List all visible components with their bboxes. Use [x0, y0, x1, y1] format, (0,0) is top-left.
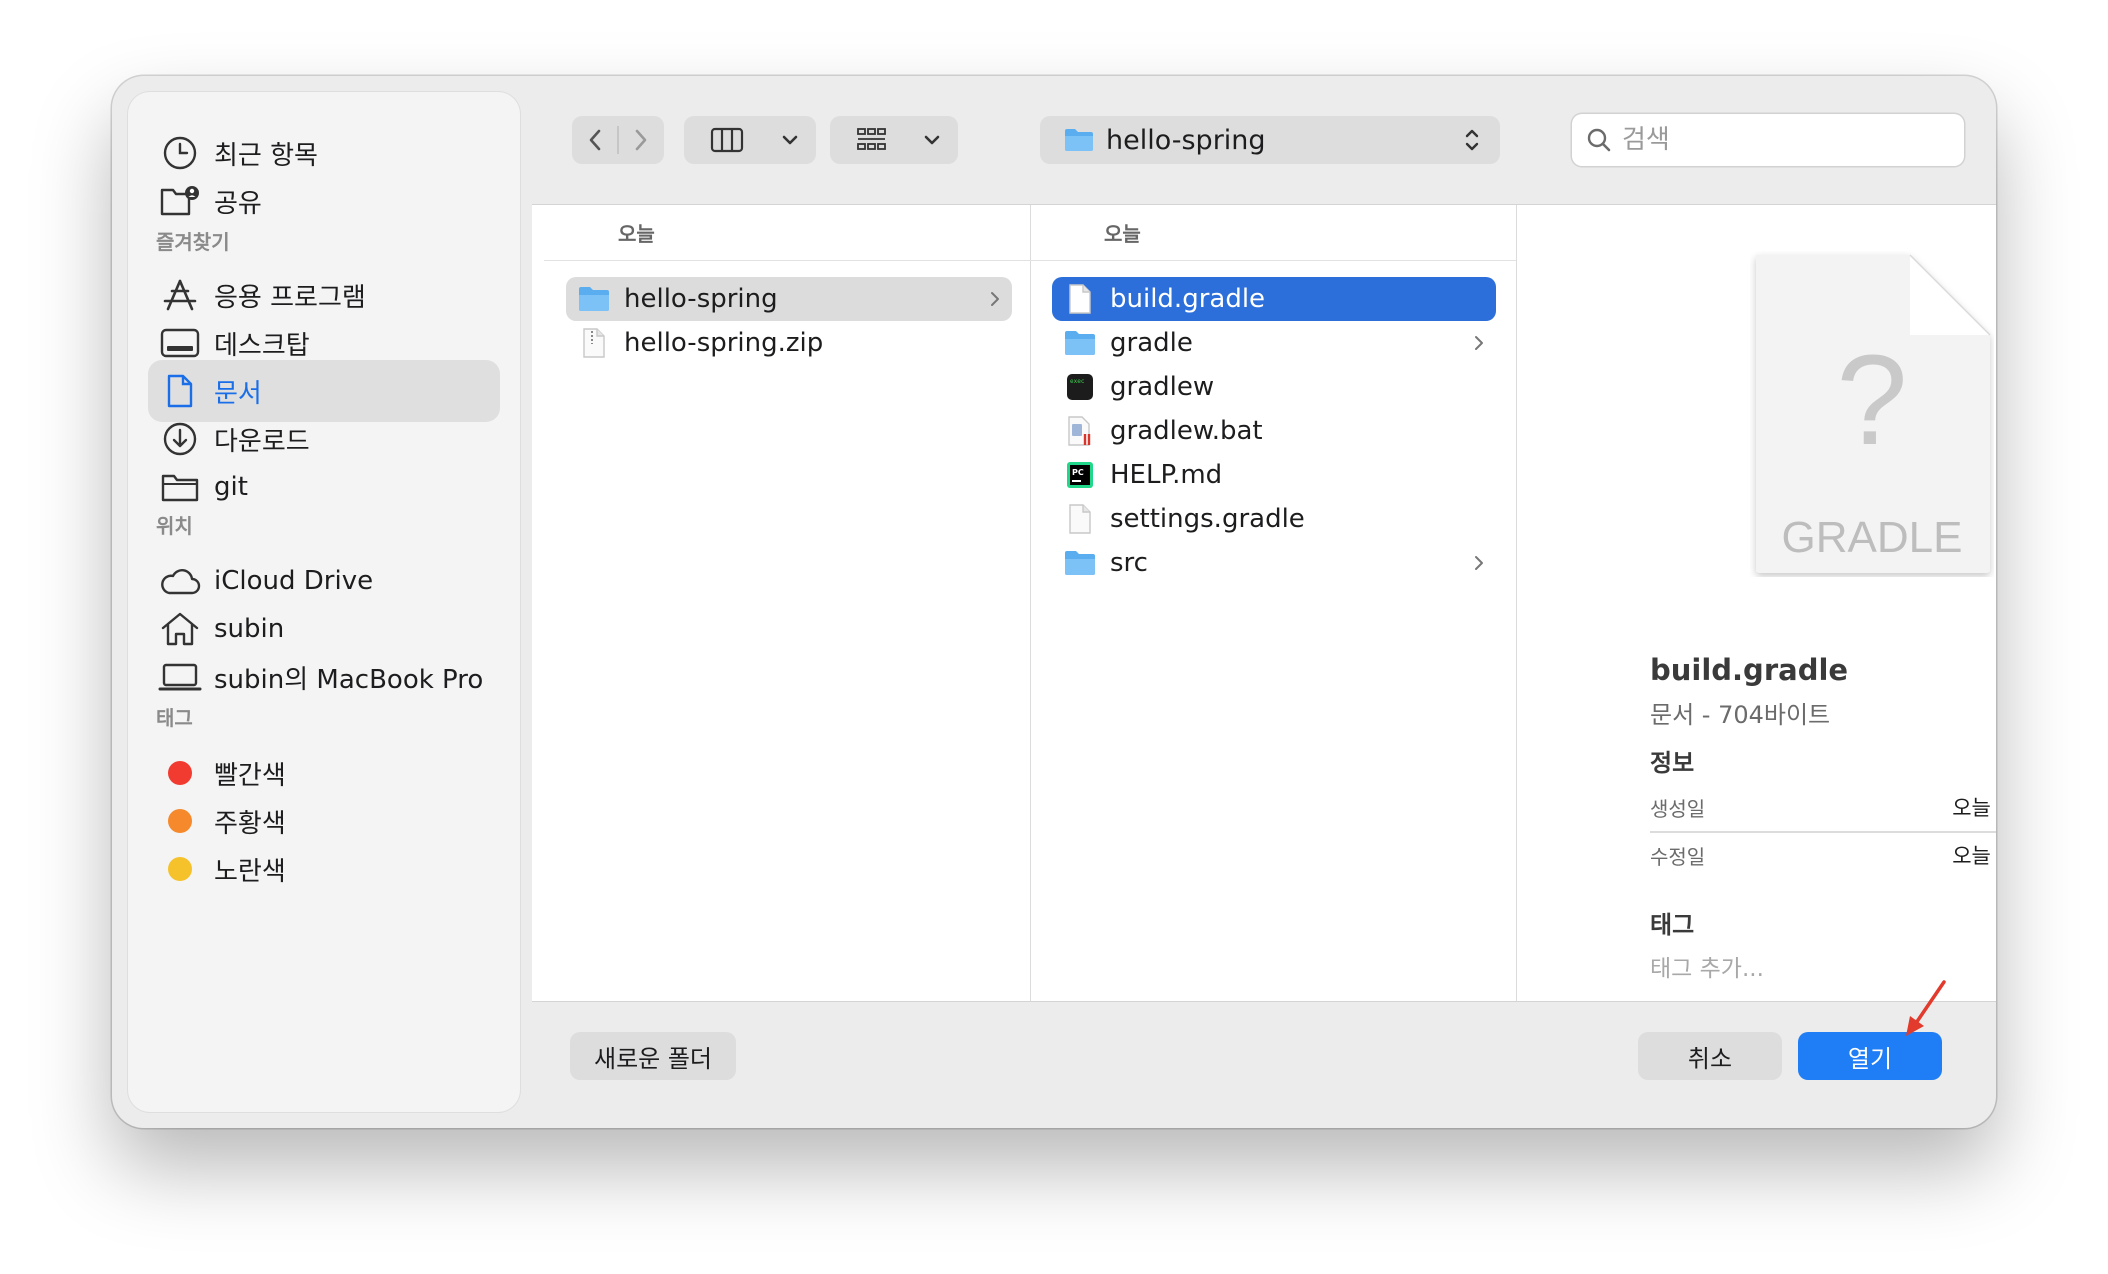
- forward-button[interactable]: [619, 116, 664, 164]
- tags-header: 태그: [1650, 911, 1695, 939]
- bat-file-icon: [1064, 415, 1096, 447]
- search-icon: [1586, 127, 1612, 153]
- item-label: src: [1110, 548, 1148, 578]
- updown-chevron-icon: [1464, 127, 1480, 153]
- grid-group-icon: [830, 116, 912, 164]
- modified-value: 오늘 오후 1:36: [1952, 844, 1996, 868]
- chevron-right-icon: [1474, 541, 1484, 585]
- created-value: 오늘 오후 1:36: [1952, 796, 1996, 820]
- laptop-icon: [152, 646, 208, 708]
- file-preview-thumbnail: ? GRADLE: [1750, 251, 1994, 577]
- sidebar-item-label: 공유: [214, 188, 262, 219]
- list-item[interactable]: exec gradlew: [1052, 365, 1496, 409]
- sidebar-item-tag-yellow[interactable]: 노란색: [148, 838, 500, 900]
- file-open-dialog: 최근 항목 공유 즐겨찾기 응용 프로그램 데스크탑 문서 다운로드 git 위…: [112, 76, 1996, 1128]
- preview-subtitle: 문서 - 704바이트: [1650, 701, 1831, 729]
- chevron-right-icon: [1474, 321, 1484, 365]
- folder-icon: [1064, 327, 1096, 359]
- item-label: settings.gradle: [1110, 504, 1305, 534]
- path-popup-button[interactable]: hello-spring: [1040, 116, 1500, 164]
- chevron-down-icon: [770, 116, 810, 164]
- shared-folder-icon: [152, 170, 208, 232]
- locations-header: 위치: [156, 514, 193, 538]
- sidebar-item-macbook[interactable]: subin의 MacBook Pro: [148, 646, 500, 708]
- item-label: hello-spring.zip: [624, 328, 824, 358]
- new-folder-button[interactable]: 새로운 폴더: [570, 1032, 736, 1080]
- sidebar-item-label: 데스크탑: [214, 330, 310, 361]
- sidebar-item-label: 노란색: [214, 856, 286, 887]
- cancel-button[interactable]: 취소: [1638, 1032, 1782, 1080]
- list-item[interactable]: gradlew.bat: [1052, 409, 1496, 453]
- path-label: hello-spring: [1106, 124, 1266, 156]
- nav-buttons: [572, 116, 664, 164]
- add-tag-field[interactable]: 태그 추가...: [1650, 949, 1764, 983]
- favorites-header: 즐겨찾기: [156, 230, 230, 254]
- list-item[interactable]: src: [1052, 541, 1496, 585]
- created-row: 생성일 오늘 오후 1:36: [1650, 785, 1996, 829]
- column-view-icon: [684, 116, 770, 164]
- sidebar-item-label: subin의 MacBook Pro: [214, 664, 484, 695]
- list-item[interactable]: hello-spring.zip: [566, 321, 1012, 365]
- tag-dot-icon: [152, 838, 208, 900]
- file-extension-label: GRADLE: [1781, 513, 1963, 562]
- group-by-button[interactable]: [830, 116, 958, 164]
- item-label: gradle: [1110, 328, 1193, 358]
- list-item[interactable]: gradle: [1052, 321, 1496, 365]
- folder-icon: [1064, 547, 1096, 579]
- chevron-down-icon: [912, 116, 952, 164]
- sidebar-item-label: 문서: [214, 378, 262, 409]
- terminal-exec-icon: exec: [1064, 371, 1096, 403]
- document-file-icon: [1064, 283, 1096, 315]
- modified-label: 수정일: [1650, 844, 1706, 869]
- svg-text:exec: exec: [1070, 378, 1085, 385]
- item-label: gradlew.bat: [1110, 416, 1263, 446]
- annotation-arrow-icon: [1906, 980, 1946, 1036]
- sidebar-item-label: 주황색: [214, 808, 286, 839]
- search-input[interactable]: [1620, 124, 1944, 156]
- tags-header: 태그: [156, 706, 193, 730]
- sidebar-item-label: iCloud Drive: [214, 566, 374, 596]
- view-mode-button[interactable]: [684, 116, 816, 164]
- sidebar-item-label: subin: [214, 614, 285, 644]
- back-button[interactable]: [572, 116, 617, 164]
- chevron-left-icon: [589, 129, 600, 151]
- question-mark-icon: ?: [1836, 329, 1908, 472]
- column-1: 오늘 hello-spring hello-spring.zip: [544, 205, 1031, 1001]
- sidebar-item-label: 다운로드: [214, 426, 310, 457]
- info-header: 정보: [1650, 749, 1695, 777]
- folder-icon: [578, 283, 610, 315]
- item-label: hello-spring: [624, 284, 778, 314]
- column-header: 오늘: [544, 205, 1030, 261]
- sidebar: 최근 항목 공유 즐겨찾기 응용 프로그램 데스크탑 문서 다운로드 git 위…: [128, 92, 520, 1112]
- sidebar-item-label: 응용 프로그램: [214, 282, 366, 313]
- folder-icon: [1064, 128, 1094, 152]
- svg-text:PC: PC: [1072, 468, 1084, 477]
- pycharm-file-icon: PC: [1064, 459, 1096, 491]
- preview-filename: build.gradle: [1650, 653, 1849, 687]
- folder-icon: [152, 456, 208, 518]
- sidebar-item-shared[interactable]: 공유: [148, 170, 500, 232]
- modified-row: 수정일 오늘 오후 1:36: [1650, 833, 1996, 877]
- column-header: 오늘: [1030, 205, 1516, 261]
- column-browser: 오늘 hello-spring hello-spring.zip 오늘 buil…: [532, 204, 1996, 1002]
- list-item[interactable]: settings.gradle: [1052, 497, 1496, 541]
- sidebar-item-label: 빨간색: [214, 760, 286, 791]
- document-file-icon: [1064, 503, 1096, 535]
- list-item[interactable]: hello-spring: [566, 277, 1012, 321]
- item-label: HELP.md: [1110, 460, 1223, 490]
- search-field[interactable]: [1572, 114, 1964, 166]
- item-label: build.gradle: [1110, 284, 1266, 314]
- created-label: 생성일: [1650, 796, 1706, 821]
- column-2: 오늘 build.gradle gradle exec gradlew grad…: [1030, 205, 1517, 1001]
- zip-file-icon: [578, 327, 610, 359]
- item-label: gradlew: [1110, 372, 1215, 402]
- list-item[interactable]: PC HELP.md: [1052, 453, 1496, 497]
- sidebar-item-git[interactable]: git: [148, 456, 500, 518]
- preview-pane: ? GRADLE build.gradle 문서 - 704바이트 정보 생성일…: [1630, 205, 1996, 1001]
- chevron-right-icon: [636, 129, 647, 151]
- list-item[interactable]: build.gradle: [1052, 277, 1496, 321]
- sidebar-item-label: git: [214, 472, 248, 502]
- sidebar-item-label: 최근 항목: [214, 140, 318, 171]
- chevron-right-icon: [990, 277, 1000, 321]
